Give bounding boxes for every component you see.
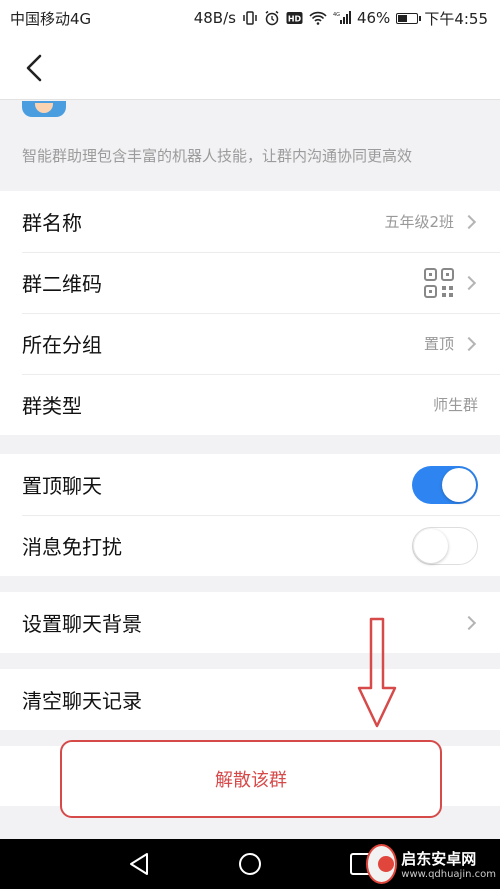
- group-type-value: 师生群: [432, 396, 478, 414]
- nav-back-icon[interactable]: [124, 849, 154, 879]
- battery-percent: 46%: [356, 9, 391, 27]
- watermark: 启东安卓网 www.qdhuajin.com: [366, 841, 496, 887]
- group-type-row: 群类型 师生群: [0, 374, 500, 435]
- annotation-arrow-down-icon: [357, 617, 397, 728]
- chat-settings-section: 置顶聊天 消息免打扰: [0, 454, 500, 576]
- group-qrcode-label: 群二维码: [22, 272, 102, 296]
- group-folder-row[interactable]: 所在分组 置顶: [0, 313, 500, 374]
- qr-code-icon: [424, 267, 454, 298]
- signal-icon: 4G: [333, 11, 351, 24]
- clock: 下午4:55: [424, 9, 488, 28]
- do-not-disturb-label: 消息免打扰: [22, 535, 122, 559]
- chevron-right-icon: [461, 214, 477, 229]
- group-name-value: 五年级2班: [384, 213, 454, 231]
- group-name-row[interactable]: 群名称 五年级2班: [0, 191, 500, 252]
- pin-chat-label: 置顶聊天: [22, 474, 102, 498]
- nav-home-icon[interactable]: [235, 849, 265, 879]
- alarm-icon: [265, 10, 279, 26]
- group-name-label: 群名称: [22, 211, 82, 235]
- watermark-url: www.qdhuajin.com: [401, 869, 496, 880]
- vibrate-icon: [243, 11, 257, 25]
- assistant-avatar[interactable]: [22, 101, 66, 117]
- status-icons: 48B/s HD 4G 46% 下午4:55: [194, 8, 488, 29]
- status-bar: 中国移动4G 48B/s HD 4G 46% 下午4:55: [0, 0, 500, 36]
- disband-group-label: 解散该群: [215, 770, 287, 791]
- clear-section: 清空聊天记录: [0, 669, 500, 730]
- assistant-description: 智能群助理包含丰富的机器人技能，让群内沟通协同更高效: [22, 147, 413, 165]
- chevron-right-icon: [461, 615, 477, 630]
- do-not-disturb-toggle[interactable]: [412, 526, 478, 565]
- svg-text:4G: 4G: [333, 12, 340, 18]
- background-section: 设置聊天背景: [0, 592, 500, 653]
- group-folder-value: 置顶: [423, 335, 454, 353]
- disband-group-button[interactable]: 解散该群: [60, 740, 442, 818]
- group-assistant-section: 智能群助理包含丰富的机器人技能，让群内沟通协同更高效: [0, 101, 500, 189]
- watermark-title: 启东安卓网: [401, 850, 477, 868]
- network-speed: 48B/s: [193, 9, 236, 27]
- nav-bar: [0, 36, 500, 100]
- watermark-logo-icon: [366, 844, 398, 884]
- svg-text:HD: HD: [288, 15, 302, 24]
- pin-chat-row: 置顶聊天: [0, 454, 500, 515]
- group-info-section: 群名称 五年级2班 群二维码 所在分组 置顶 群类型 师生群: [0, 191, 500, 435]
- back-arrow-icon: [26, 54, 42, 82]
- do-not-disturb-row: 消息免打扰: [0, 515, 500, 576]
- clear-history-row[interactable]: 清空聊天记录: [0, 669, 500, 730]
- group-qrcode-row[interactable]: 群二维码: [0, 252, 500, 313]
- back-button[interactable]: [12, 48, 56, 88]
- clear-history-label: 清空聊天记录: [22, 689, 142, 713]
- chevron-right-icon: [461, 336, 477, 351]
- chevron-right-icon: [461, 275, 477, 290]
- pin-chat-toggle[interactable]: [412, 465, 478, 504]
- chat-background-row[interactable]: 设置聊天背景: [0, 592, 500, 653]
- battery-icon: [396, 12, 422, 24]
- carrier-label: 中国移动4G: [10, 9, 92, 28]
- hd-icon: HD: [286, 12, 303, 24]
- group-folder-label: 所在分组: [22, 333, 102, 357]
- group-type-label: 群类型: [22, 394, 82, 418]
- wifi-icon: [309, 11, 327, 25]
